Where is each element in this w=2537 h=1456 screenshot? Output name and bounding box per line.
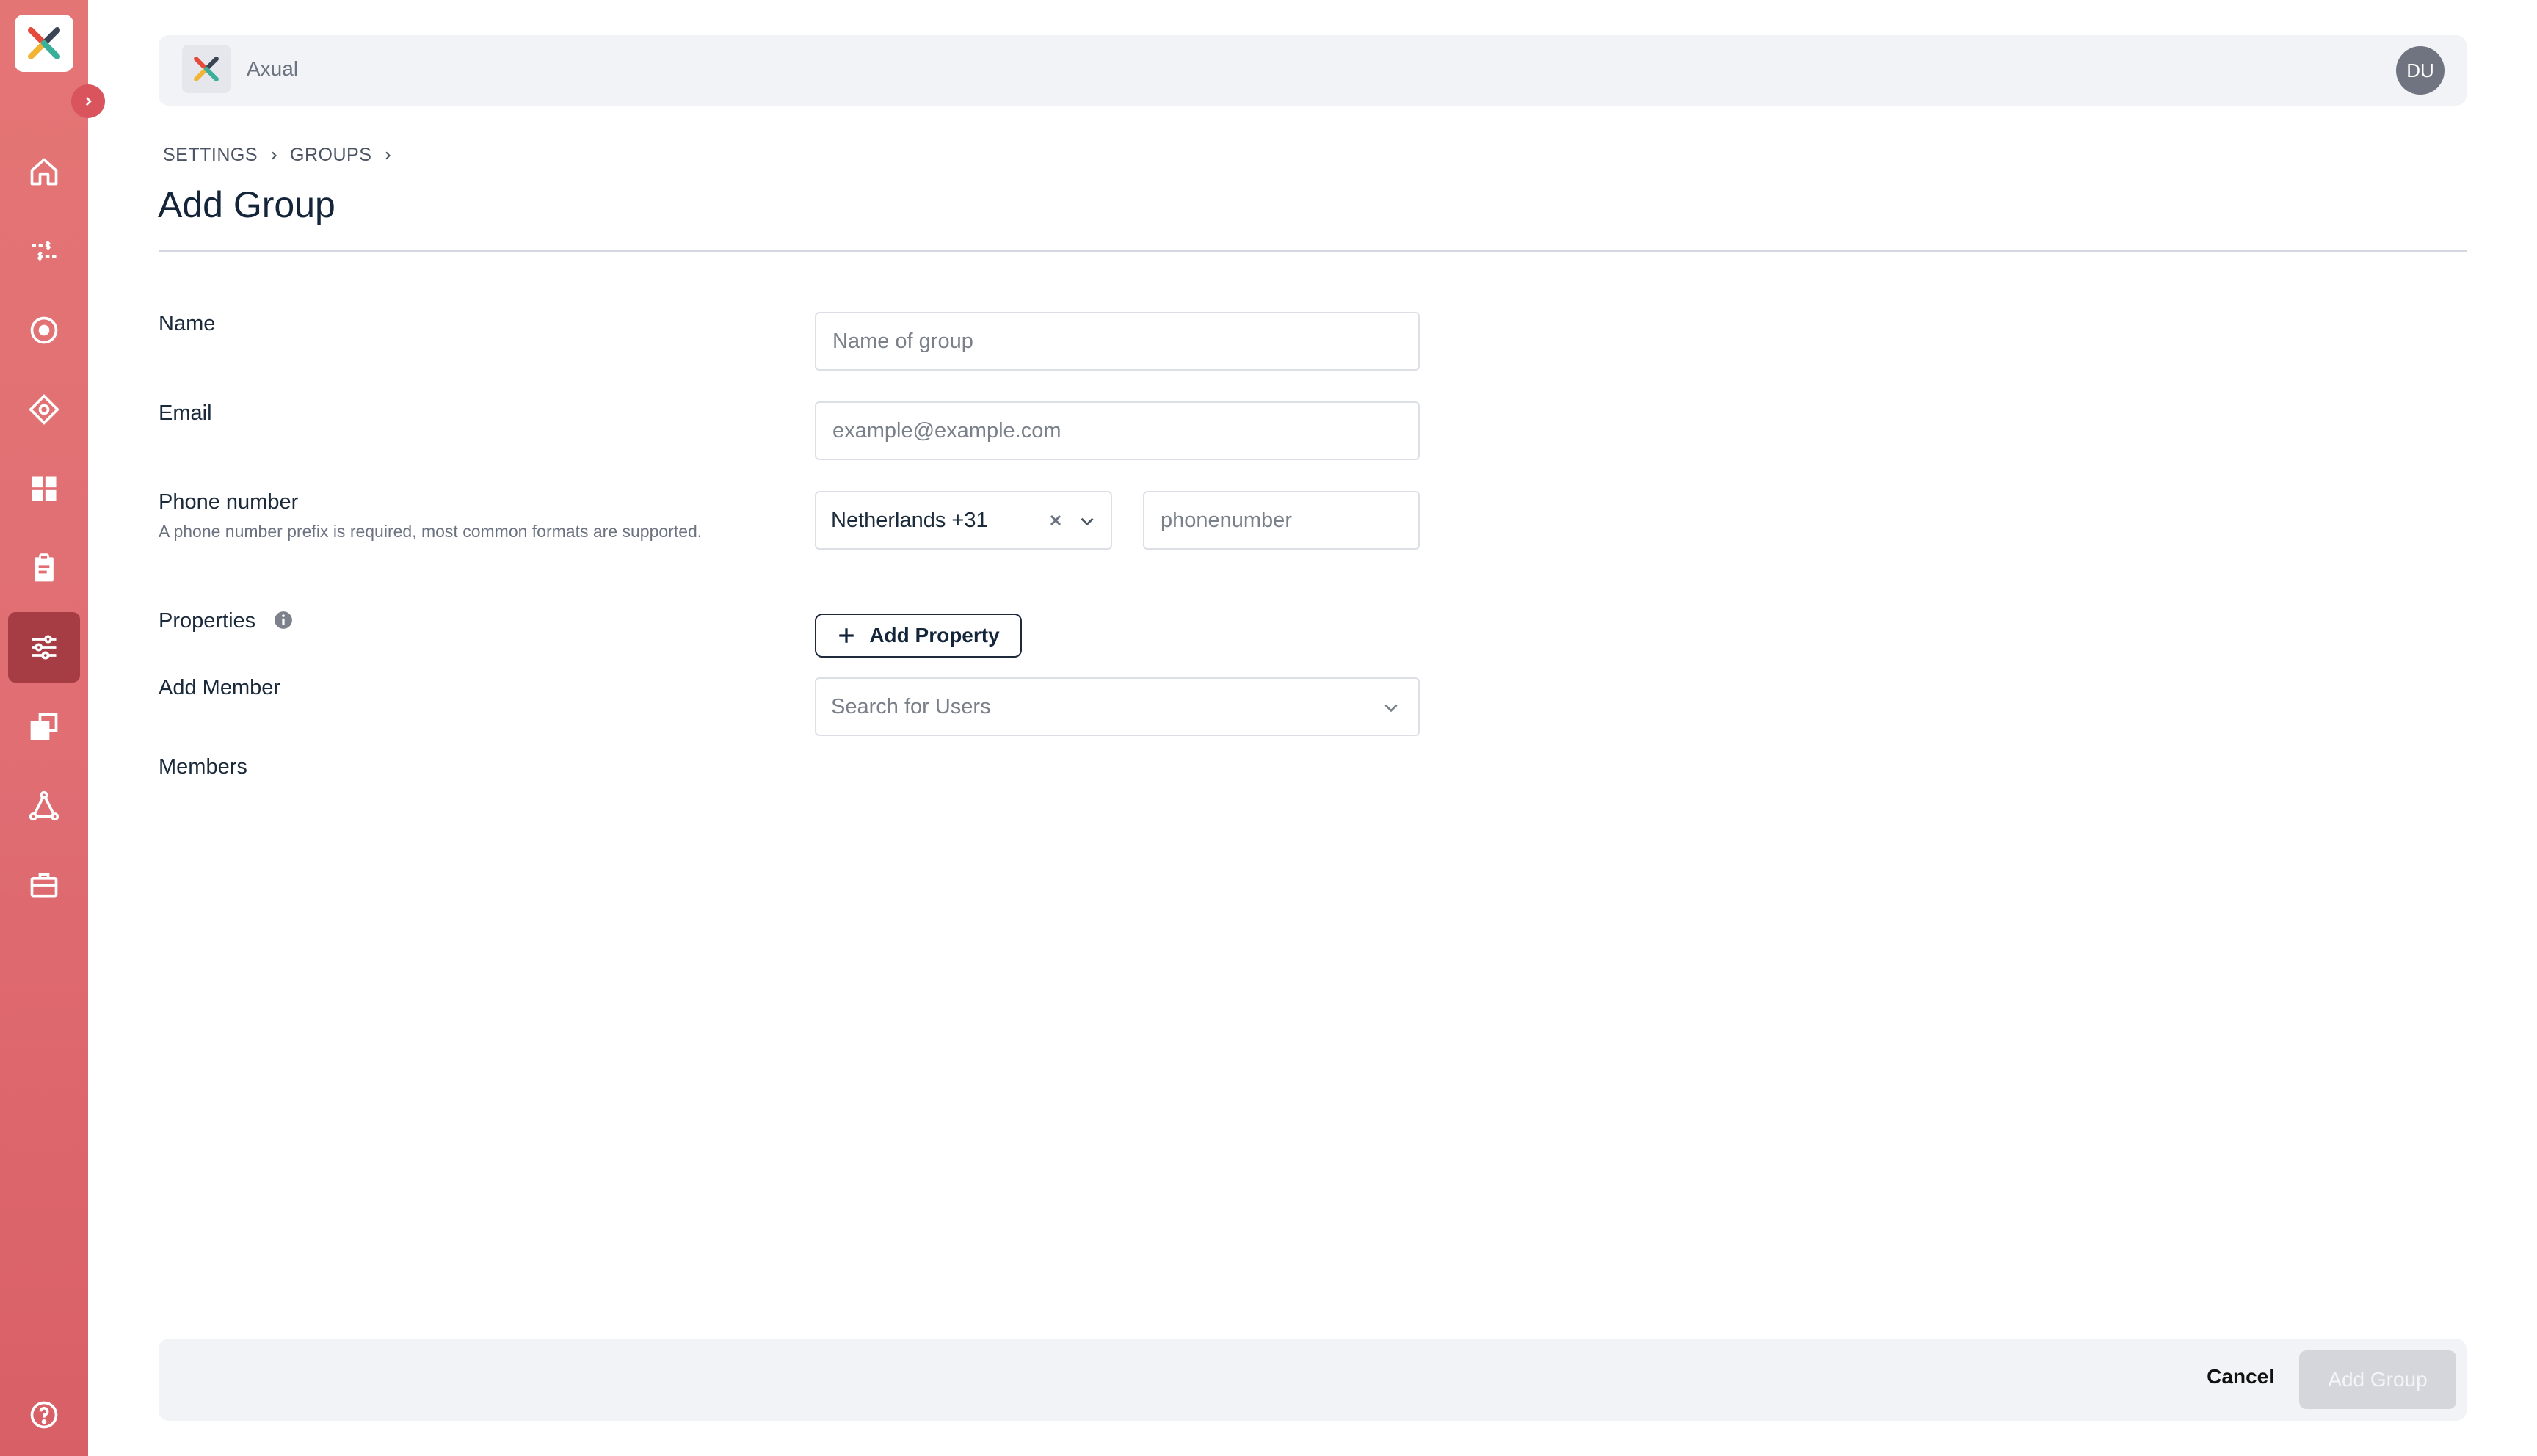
group-name-input[interactable] <box>815 312 1420 371</box>
clear-icon[interactable] <box>1047 512 1064 533</box>
nav-applications[interactable] <box>8 295 80 365</box>
axual-logo-icon <box>194 57 219 81</box>
page-title: Add Group <box>158 184 335 225</box>
brand-name: Axual <box>247 57 299 80</box>
nav-help[interactable] <box>8 1380 80 1450</box>
axual-logo-icon <box>28 27 60 59</box>
add-property-button[interactable]: Add Property <box>815 614 1022 658</box>
title-divider <box>159 250 2467 252</box>
chevron-down-icon <box>1382 698 1401 721</box>
sidebar-expand-button[interactable] <box>71 84 105 118</box>
breadcrumb: SETTINGS GROUPS <box>163 145 404 166</box>
help-icon <box>30 1401 58 1429</box>
add-member-label: Add Member <box>159 676 281 699</box>
applications-icon <box>30 316 58 344</box>
phone-label: Phone number <box>159 490 299 514</box>
nav-home[interactable] <box>8 136 80 207</box>
topology-icon <box>29 790 59 821</box>
sidebar <box>0 0 88 1456</box>
country-code-select[interactable]: Netherlands +31 <box>815 491 1112 550</box>
nav-environments[interactable] <box>8 691 80 762</box>
home-icon <box>30 158 58 186</box>
chevron-right-icon <box>268 150 280 161</box>
nav-topology[interactable] <box>8 771 80 841</box>
breadcrumb-groups[interactable]: GROUPS <box>290 145 371 166</box>
phone-hint: A phone number prefix is required, most … <box>159 522 703 541</box>
settings-icon <box>32 635 57 660</box>
nav-settings[interactable] <box>8 612 80 682</box>
nav-clipboard[interactable] <box>8 533 80 603</box>
email-label: Email <box>159 401 212 425</box>
toolbox-icon <box>30 873 58 898</box>
members-label: Members <box>159 755 247 779</box>
nav-dashboard[interactable] <box>8 454 80 524</box>
plus-icon <box>837 626 856 645</box>
schemas-icon <box>29 394 59 425</box>
axual-logo[interactable] <box>15 15 73 72</box>
email-input[interactable] <box>815 401 1420 460</box>
environments-icon <box>30 713 58 740</box>
user-search-select[interactable]: Search for Users <box>815 677 1420 736</box>
nav-streams[interactable] <box>8 216 80 286</box>
chevron-right-icon <box>85 96 92 106</box>
add-group-button[interactable]: Add Group <box>2299 1350 2456 1409</box>
name-label: Name <box>159 312 216 335</box>
brand-logo[interactable] <box>182 45 231 93</box>
breadcrumb-settings[interactable]: SETTINGS <box>163 145 258 166</box>
chevron-right-icon <box>382 150 393 161</box>
info-icon[interactable] <box>274 611 293 630</box>
user-search-placeholder: Search for Users <box>831 694 991 718</box>
country-code-value: Netherlands +31 <box>831 508 988 532</box>
streams-icon <box>32 240 57 262</box>
form-footer: Cancel Add Group <box>159 1339 2467 1421</box>
cancel-button[interactable]: Cancel <box>2207 1365 2274 1388</box>
clipboard-icon <box>35 553 54 582</box>
top-bar: Axual DU <box>159 35 2467 106</box>
properties-label: Properties <box>159 609 256 633</box>
phone-number-input[interactable] <box>1143 491 1420 550</box>
user-avatar[interactable]: DU <box>2396 46 2445 95</box>
dashboard-icon <box>32 476 57 501</box>
nav-toolbox[interactable] <box>8 850 80 920</box>
nav-schemas[interactable] <box>8 374 80 445</box>
add-property-label: Add Property <box>869 624 1000 647</box>
chevron-down-icon <box>1078 512 1097 534</box>
